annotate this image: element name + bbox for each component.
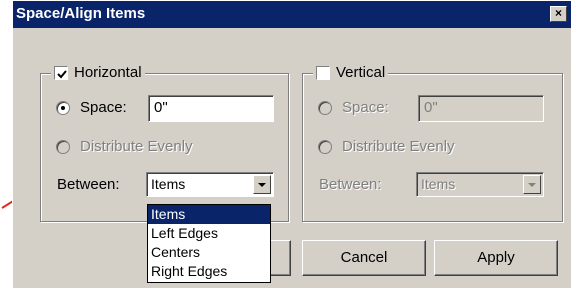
close-icon: × <box>554 6 562 20</box>
horizontal-space-label: Space: <box>80 99 127 116</box>
title-bar: Space/Align Items × <box>13 1 571 28</box>
dropdown-arrow-button[interactable] <box>253 175 271 194</box>
horizontal-between-value: Items <box>151 176 186 192</box>
space-align-dialog: Space/Align Items × Horizontal Space: 0"… <box>12 0 571 288</box>
dropdown-option-right-edges[interactable]: Right Edges <box>148 262 270 281</box>
check-icon <box>57 69 67 78</box>
chevron-down-icon <box>528 183 536 187</box>
dropdown-option-centers[interactable]: Centers <box>148 243 270 262</box>
vertical-distribute-radio[interactable] <box>318 140 332 154</box>
apply-button[interactable]: Apply <box>434 240 558 276</box>
vertical-group: Vertical Space: 0" Distribute Evenly Bet… <box>302 64 563 222</box>
horizontal-group: Horizontal Space: 0" Distribute Evenly B… <box>40 64 289 222</box>
vertical-between-value: Items <box>421 176 456 192</box>
dropdown-arrow-button[interactable] <box>523 175 541 194</box>
vertical-checkbox[interactable] <box>316 65 330 80</box>
horizontal-space-input[interactable]: 0" <box>148 95 274 122</box>
horizontal-between-select[interactable]: Items <box>146 172 274 197</box>
horizontal-label: Horizontal <box>74 64 142 81</box>
horizontal-distribute-radio[interactable] <box>56 140 70 154</box>
vertical-space-label: Space: <box>342 99 389 116</box>
window-title: Space/Align Items <box>16 5 146 22</box>
radio-dot-icon <box>61 106 65 110</box>
dropdown-option-left-edges[interactable]: Left Edges <box>148 224 270 243</box>
horizontal-space-radio[interactable] <box>56 101 70 115</box>
vertical-space-input[interactable]: 0" <box>418 95 544 122</box>
vertical-distribute-label: Distribute Evenly <box>342 138 455 155</box>
close-button[interactable]: × <box>550 6 567 22</box>
dropdown-option-items[interactable]: Items <box>148 205 270 224</box>
vertical-label: Vertical <box>336 64 386 81</box>
horizontal-checkbox[interactable] <box>54 65 68 80</box>
between-dropdown-list: Items Left Edges Centers Right Edges <box>147 204 271 283</box>
chevron-down-icon <box>258 183 266 187</box>
cancel-button[interactable]: Cancel <box>302 240 426 276</box>
vertical-between-select[interactable]: Items <box>416 172 544 197</box>
horizontal-between-label: Between: <box>57 176 120 193</box>
vertical-between-label: Between: <box>319 176 382 193</box>
horizontal-distribute-label: Distribute Evenly <box>80 138 193 155</box>
vertical-space-radio[interactable] <box>318 101 332 115</box>
